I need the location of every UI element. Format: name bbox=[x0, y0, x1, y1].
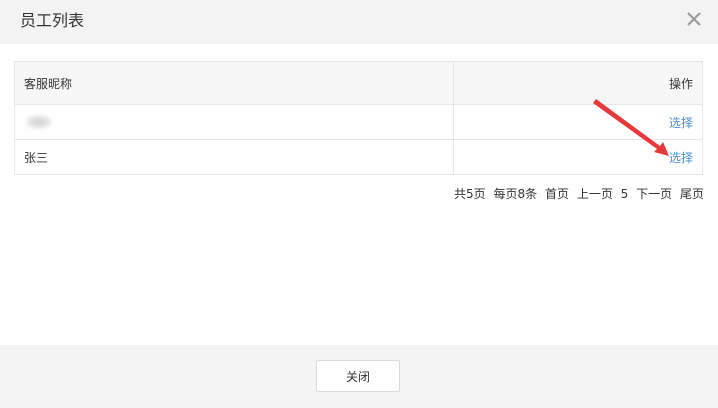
pagination-last[interactable]: 尾页 bbox=[680, 187, 704, 201]
employee-name-cell bbox=[14, 104, 454, 140]
blurred-name bbox=[26, 115, 52, 130]
pagination-prev[interactable]: 上一页 bbox=[577, 187, 613, 201]
action-cell: 选择 bbox=[453, 104, 703, 140]
close-button[interactable]: 关闭 bbox=[316, 360, 400, 392]
pagination-per-page: 每页8条 bbox=[493, 187, 538, 201]
employee-list-dialog: 员工列表 客服昵称 操作 选择 张三 选择 共5页 每页8条 首页 上一页 5 … bbox=[0, 0, 718, 408]
pagination-current: 5 bbox=[620, 187, 629, 201]
column-header-nickname: 客服昵称 bbox=[14, 61, 454, 105]
pagination-first[interactable]: 首页 bbox=[545, 187, 569, 201]
pagination-total: 共5页 bbox=[454, 187, 486, 201]
dialog-footer: 关闭 bbox=[0, 345, 718, 408]
employee-table: 客服昵称 操作 选择 张三 选择 bbox=[14, 61, 703, 175]
select-link[interactable]: 选择 bbox=[669, 151, 693, 165]
employee-name-cell: 张三 bbox=[14, 139, 454, 175]
column-header-action: 操作 bbox=[453, 61, 703, 105]
dialog-header: 员工列表 bbox=[0, 0, 718, 44]
table-header-row: 客服昵称 操作 bbox=[14, 61, 703, 105]
close-icon[interactable] bbox=[684, 9, 704, 29]
table-row: 选择 bbox=[14, 104, 703, 140]
table-row: 张三 选择 bbox=[14, 139, 703, 175]
action-cell: 选择 bbox=[453, 139, 703, 175]
pagination-next[interactable]: 下一页 bbox=[636, 187, 672, 201]
pagination: 共5页 每页8条 首页 上一页 5 下一页 尾页 bbox=[450, 186, 704, 202]
select-link[interactable]: 选择 bbox=[669, 116, 693, 130]
dialog-title: 员工列表 bbox=[20, 11, 85, 30]
